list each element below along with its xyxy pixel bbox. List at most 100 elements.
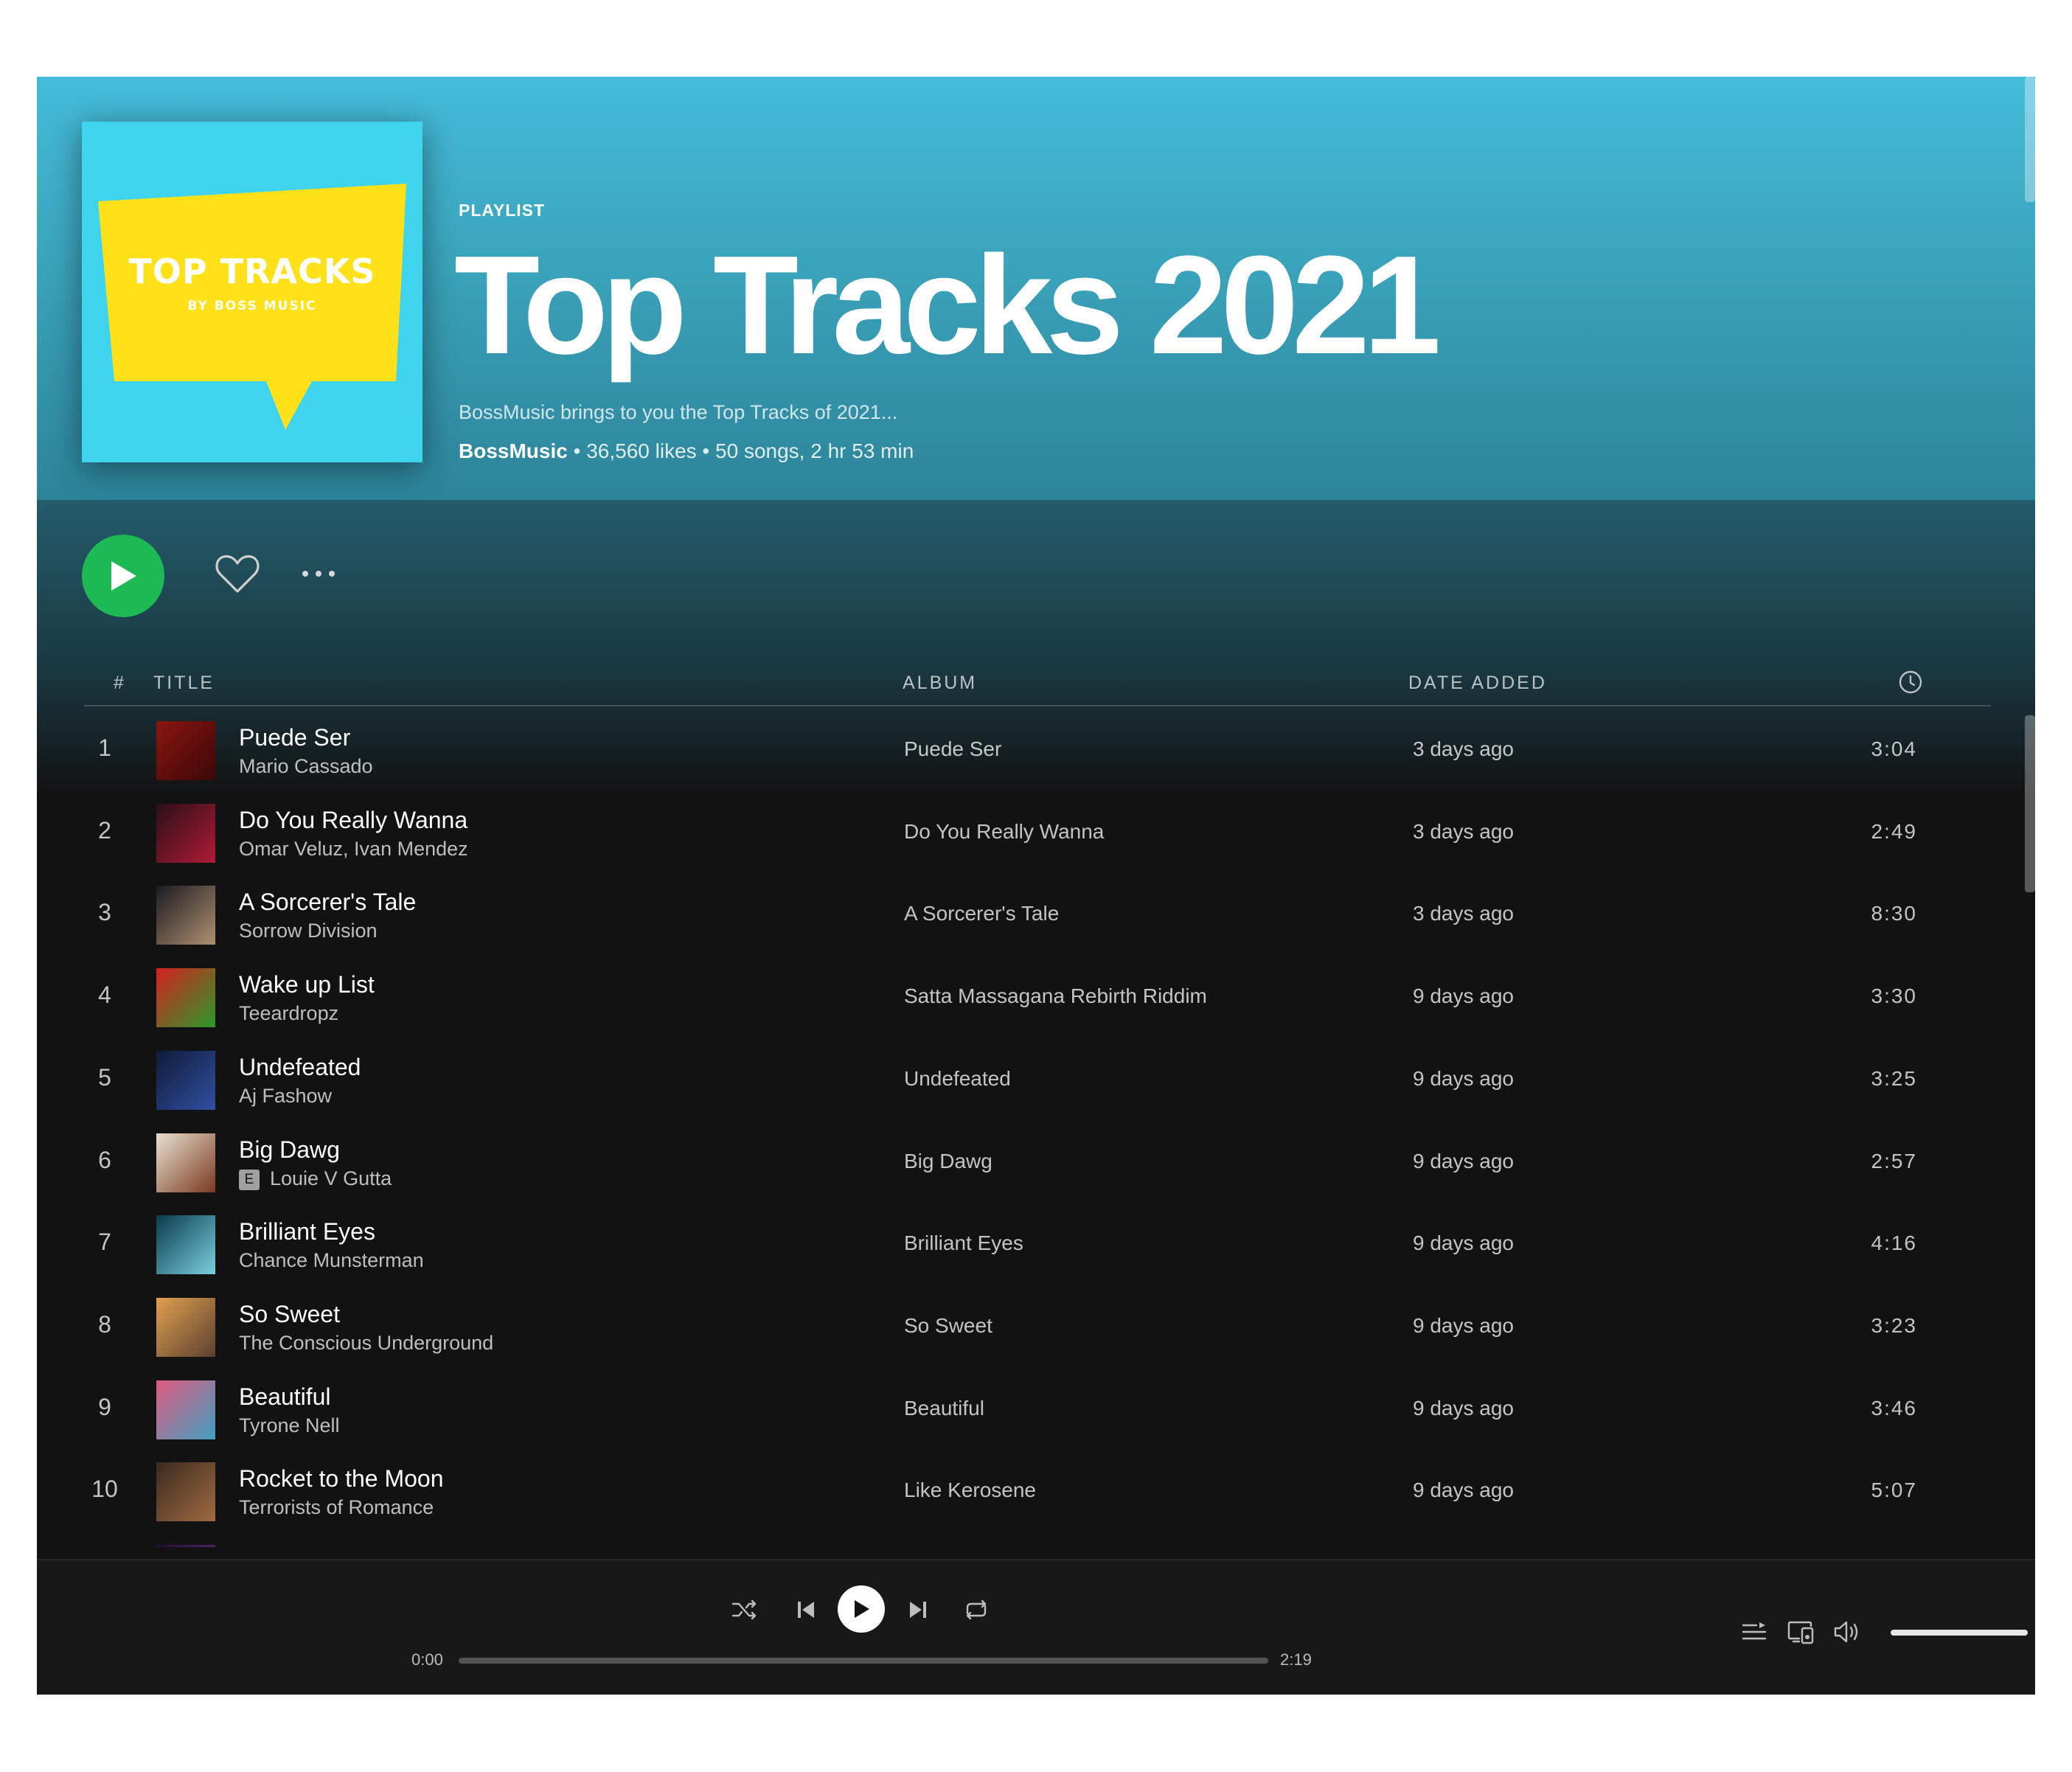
track-row[interactable]: Purple (37, 1533, 2035, 1547)
track-title[interactable]: Puede Ser (239, 724, 350, 751)
track-number: 5 (98, 1064, 111, 1091)
track-title[interactable]: A Sorcerer's Tale (239, 889, 416, 916)
album-art[interactable] (156, 1133, 215, 1192)
player-play-button[interactable] (838, 1585, 885, 1633)
track-row[interactable]: 6 Big Dawg E Louie V Gutta Big Dawg 9 days ag… (37, 1122, 2035, 1204)
track-album[interactable]: So Sweet (904, 1314, 992, 1338)
artist-link[interactable]: Louie V Gutta (270, 1167, 392, 1189)
playback-progress-bar[interactable] (459, 1658, 1268, 1664)
album-art[interactable] (156, 1051, 215, 1110)
artist-link[interactable]: Terrorists of Romance (239, 1496, 434, 1518)
album-art[interactable] (156, 1215, 215, 1274)
volume-slider[interactable] (1891, 1630, 2028, 1636)
track-title[interactable]: So Sweet (239, 1301, 340, 1328)
track-duration: 3:46 (1871, 1397, 1917, 1420)
artist-link[interactable]: The Conscious Underground (239, 1332, 493, 1354)
track-artist: The Conscious Underground (239, 1332, 493, 1355)
track-row[interactable]: 3 A Sorcerer's Tale Sorrow Division A Sorce… (37, 874, 2035, 956)
column-header-title[interactable]: TITLE (153, 673, 215, 694)
column-header-date-added[interactable]: DATE ADDED (1408, 673, 1547, 694)
track-number: 7 (98, 1229, 111, 1255)
previous-icon[interactable] (795, 1599, 817, 1621)
track-artist: E Louie V Gutta (239, 1167, 392, 1190)
track-date-added: 9 days ago (1413, 1479, 1514, 1501)
total-time: 2:19 (1280, 1650, 1312, 1669)
repeat-icon[interactable] (963, 1599, 990, 1621)
heart-icon[interactable] (215, 553, 260, 594)
track-title[interactable]: Rocket to the Moon (239, 1465, 443, 1493)
artist-link[interactable]: Chance Munsterman (239, 1249, 424, 1271)
track-row[interactable]: 1 Puede Ser Mario Cassado Puede Ser 3 days a… (37, 709, 2035, 792)
track-title[interactable]: Do You Really Wanna (239, 807, 467, 834)
track-duration: 3:30 (1871, 984, 1917, 1007)
playlist-type-label: PLAYLIST (459, 201, 546, 220)
album-art[interactable] (156, 1462, 215, 1521)
scrollbar-thumb[interactable] (2025, 715, 2035, 892)
track-album[interactable]: Undefeated (904, 1067, 1011, 1091)
track-album[interactable]: Brilliant Eyes (904, 1231, 1023, 1255)
header-divider (84, 705, 1991, 706)
album-art[interactable] (156, 721, 215, 780)
album-art[interactable] (156, 1298, 215, 1357)
track-artist: Teeardropz (239, 1002, 338, 1025)
track-date-added: 9 days ago (1413, 1067, 1514, 1090)
playlist-owner-link[interactable]: BossMusic (459, 439, 568, 462)
track-row[interactable]: 9 Beautiful Tyrone Nell Beautiful 9 days ago… (37, 1369, 2035, 1451)
track-title[interactable]: Wake up List (239, 971, 375, 998)
playlist-meta: BossMusic • 36,560 likes • 50 songs, 2 h… (459, 439, 914, 463)
artist-link[interactable]: Teeardropz (239, 1002, 338, 1024)
volume-fill (1891, 1630, 2028, 1636)
track-row[interactable]: 2 Do You Really Wanna Omar Veluz, Ivan Men… (37, 792, 2035, 875)
next-icon[interactable] (907, 1599, 929, 1621)
track-album[interactable]: Satta Massagana Rebirth Riddim (904, 984, 1207, 1008)
track-duration: 3:04 (1871, 737, 1917, 760)
playlist-cover[interactable]: TOP TRACKS BY BOSS MUSIC (82, 122, 423, 462)
devices-icon[interactable] (1787, 1619, 1815, 1644)
track-album[interactable]: A Sorcerer's Tale (904, 902, 1059, 925)
track-title[interactable]: Big Dawg (239, 1136, 340, 1164)
track-row[interactable]: 8 So Sweet The Conscious Underground So Swe… (37, 1286, 2035, 1369)
meta-separator: • (702, 439, 710, 462)
track-number: 10 (91, 1476, 118, 1502)
track-row[interactable]: 5 Undefeated Aj Fashow Undefeated 9 days ago… (37, 1039, 2035, 1122)
artist-link[interactable]: Tyrone Nell (239, 1414, 340, 1436)
track-date-added: 9 days ago (1413, 1314, 1514, 1337)
scrollbar-thumb[interactable] (2025, 77, 2035, 202)
track-album[interactable]: Puede Ser (904, 737, 1001, 761)
track-duration: 5:07 (1871, 1479, 1917, 1501)
album-art[interactable] (156, 1380, 215, 1439)
artist-link[interactable]: Omar Veluz, Ivan Mendez (239, 838, 468, 860)
track-title[interactable]: Undefeated (239, 1054, 361, 1081)
album-art[interactable] (156, 1545, 215, 1547)
track-album[interactable]: Do You Really Wanna (904, 820, 1104, 844)
artist-link[interactable]: Sorrow Division (239, 920, 378, 942)
track-artist: Chance Munsterman (239, 1249, 424, 1272)
track-title[interactable]: Beautiful (239, 1383, 331, 1411)
more-options-button[interactable] (302, 562, 347, 586)
album-art[interactable] (156, 968, 215, 1027)
shuffle-icon[interactable] (731, 1599, 758, 1621)
track-row[interactable]: 10 Rocket to the Moon Terrorists of Romanc… (37, 1450, 2035, 1533)
queue-icon[interactable] (1742, 1621, 1767, 1643)
track-artist: Aj Fashow (239, 1085, 332, 1108)
playlist-description: BossMusic brings to you the Top Tracks o… (459, 401, 898, 423)
dot (329, 571, 335, 577)
artist-link[interactable]: Mario Cassado (239, 755, 373, 777)
track-row[interactable]: 4 Wake up List Teeardropz Satta Massagana R… (37, 956, 2035, 1039)
track-date-added: 3 days ago (1413, 820, 1514, 843)
play-icon (111, 561, 136, 591)
album-art[interactable] (156, 804, 215, 863)
track-album[interactable]: Big Dawg (904, 1150, 992, 1173)
artist-link[interactable]: Aj Fashow (239, 1085, 332, 1107)
track-row[interactable]: 7 Brilliant Eyes Chance Munsterman Brillian… (37, 1203, 2035, 1286)
clock-icon (1899, 670, 1922, 694)
volume-icon[interactable] (1833, 1619, 1863, 1644)
column-header-album[interactable]: ALBUM (903, 673, 977, 694)
track-title[interactable]: Brilliant Eyes (239, 1218, 375, 1245)
track-date-added: 9 days ago (1413, 1397, 1514, 1420)
play-button[interactable] (82, 535, 164, 617)
album-art[interactable] (156, 886, 215, 945)
spotify-window: TOP TRACKS BY BOSS MUSIC PLAYLIST Top Tr… (37, 77, 2035, 1695)
track-album[interactable]: Like Kerosene (904, 1479, 1036, 1502)
track-album[interactable]: Beautiful (904, 1397, 984, 1420)
